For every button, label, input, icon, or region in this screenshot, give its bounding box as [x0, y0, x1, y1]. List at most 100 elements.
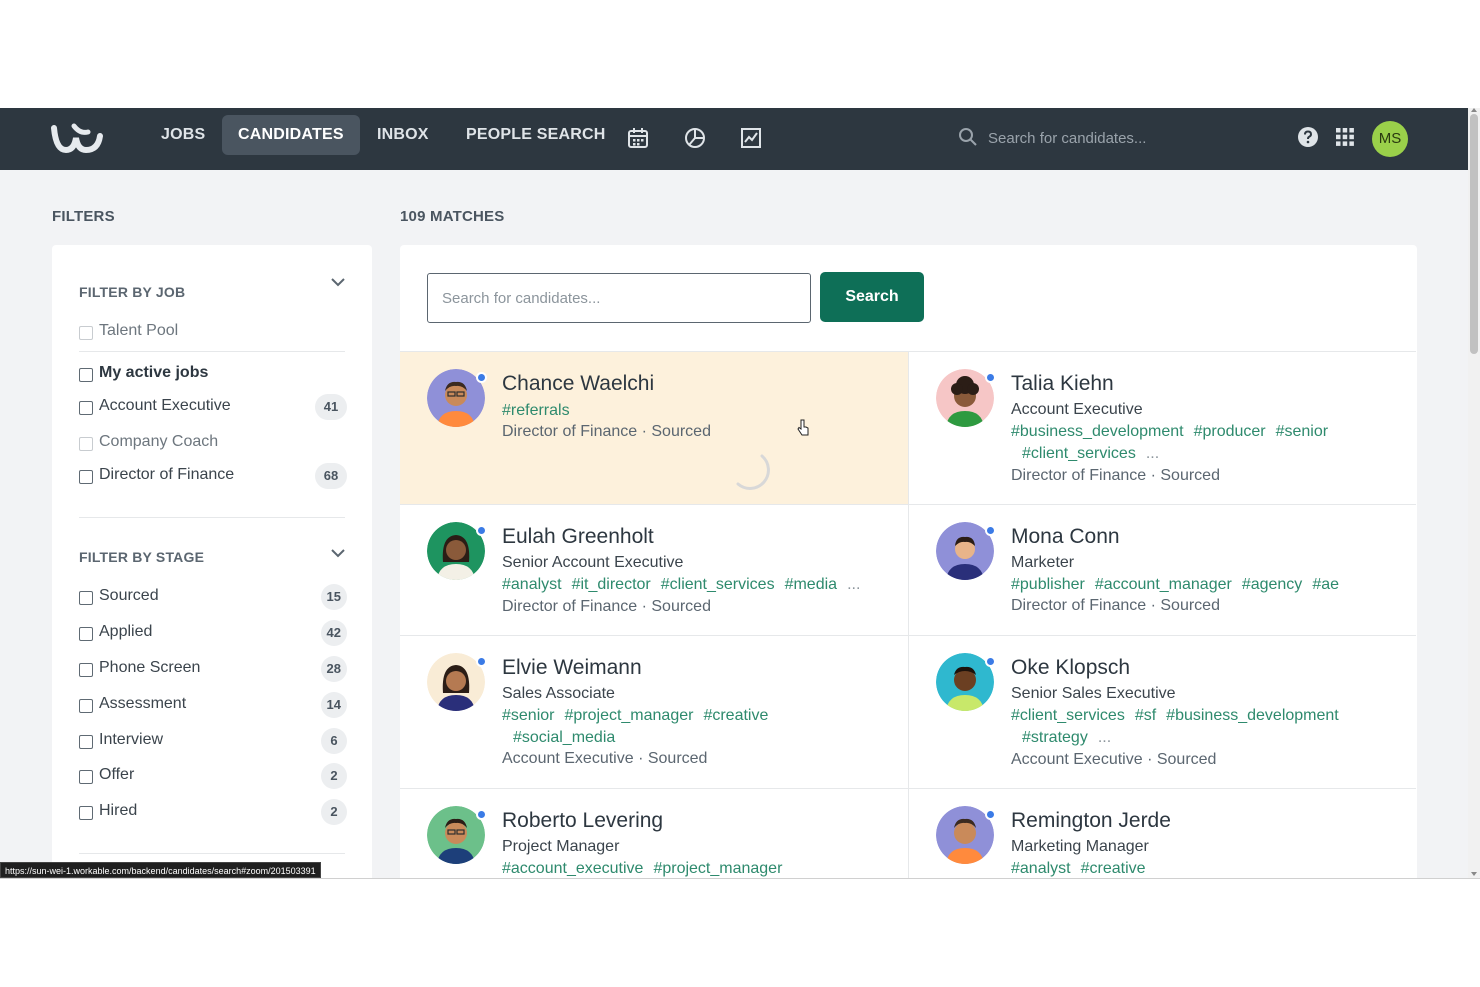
tag[interactable]: #creative [703, 707, 768, 724]
candidate-name[interactable]: Roberto Levering [502, 809, 663, 833]
nav-people-search[interactable]: PEOPLE SEARCH [450, 115, 622, 155]
chevron-down-icon[interactable] [331, 277, 345, 287]
page-scrollbar[interactable] [1468, 108, 1480, 878]
search-button[interactable]: Search [820, 272, 924, 322]
candidate-card[interactable]: Remington Jerde Marketing Manager #analy… [908, 788, 1416, 878]
tag[interactable]: #project_manager [653, 860, 782, 877]
candidate-card[interactable]: Oke Klopsch Senior Sales Executive #clie… [908, 635, 1416, 788]
tag[interactable]: #client_services [1011, 707, 1125, 724]
tag[interactable]: #business_development [1166, 707, 1339, 724]
candidate-name[interactable]: Talia Kiehn [1011, 372, 1114, 396]
search-placeholder: Search for candidates... [442, 290, 601, 307]
filter-job-director-of-finance[interactable]: Director of Finance 68 [79, 463, 347, 489]
tag[interactable]: #client_services [1022, 445, 1136, 462]
tag[interactable]: #account_executive [502, 860, 643, 877]
chevron-down-icon[interactable] [331, 548, 345, 558]
candidate-card[interactable]: Roberto Levering Project Manager #accoun… [400, 788, 908, 878]
candidate-name[interactable]: Mona Conn [1011, 525, 1120, 549]
filters-title: FILTERS [52, 208, 115, 225]
apps-grid-icon[interactable] [1335, 127, 1355, 147]
candidate-name[interactable]: Eulah Greenholt [502, 525, 654, 549]
tag[interactable]: #project_manager [564, 707, 693, 724]
checkbox[interactable] [79, 437, 93, 451]
tag[interactable]: #creative [1081, 860, 1146, 877]
filter-stage-assessment[interactable]: Assessment 14 [79, 692, 347, 718]
candidate-name[interactable]: Remington Jerde [1011, 809, 1171, 833]
tag[interactable]: #social_media [513, 729, 615, 746]
tag[interactable]: #business_development [1011, 423, 1184, 440]
checkbox[interactable] [79, 699, 93, 713]
tag[interactable]: #ae [1312, 576, 1339, 593]
nav-candidates[interactable]: CANDIDATES [222, 115, 360, 155]
tag[interactable]: #sf [1135, 707, 1156, 724]
candidate-name[interactable]: Chance Waelchi [502, 372, 654, 396]
checkbox[interactable] [79, 663, 93, 677]
tag[interactable]: #senior [502, 707, 554, 724]
candidate-stage: Account Executive · Sourced [502, 750, 708, 767]
checkbox[interactable] [79, 770, 93, 784]
checkbox[interactable] [79, 401, 93, 415]
tag[interactable]: #strategy [1022, 729, 1088, 746]
workable-logo-icon[interactable] [50, 120, 104, 158]
count-badge: 2 [321, 799, 347, 825]
filter-label: Director of Finance [99, 466, 235, 483]
tag[interactable]: #producer [1194, 423, 1266, 440]
tag[interactable]: #senior [1276, 423, 1328, 440]
checkbox[interactable] [79, 627, 93, 641]
filter-by-stage-heading[interactable]: FILTER BY STAGE [79, 549, 204, 565]
filter-label: Sourced [99, 587, 159, 604]
online-status-dot [985, 656, 996, 667]
candidate-card[interactable]: Mona Conn Marketer #publisher #account_ma… [908, 504, 1416, 635]
filter-stage-sourced[interactable]: Sourced 15 [79, 584, 347, 610]
checkbox[interactable] [79, 735, 93, 749]
calendar-icon[interactable] [626, 126, 650, 150]
checkbox[interactable] [79, 326, 93, 340]
filter-stage-phone-screen[interactable]: Phone Screen 28 [79, 656, 347, 682]
candidate-name[interactable]: Elvie Weimann [502, 656, 642, 680]
filter-job-company-coach[interactable]: Company Coach [79, 430, 345, 456]
user-avatar[interactable]: MS [1372, 121, 1408, 157]
tag[interactable]: #agency [1242, 576, 1303, 593]
pie-chart-icon[interactable] [683, 126, 707, 150]
candidate-tags: #analyst #it_director #client_services #med… [502, 574, 892, 596]
filter-job-my-active-jobs[interactable]: My active jobs [79, 361, 345, 387]
candidate-card[interactable]: Elvie Weimann Sales Associate #senior #pr… [400, 635, 908, 788]
filter-stage-interview[interactable]: Interview 6 [79, 728, 347, 754]
tag[interactable]: #it_director [572, 576, 651, 593]
candidate-card[interactable]: Eulah Greenholt Senior Account Executive… [400, 504, 908, 635]
checkbox[interactable] [79, 591, 93, 605]
more-tags-ellipsis[interactable]: ... [1146, 445, 1159, 462]
tag[interactable]: #publisher [1011, 576, 1085, 593]
tag[interactable]: #client_services [661, 576, 775, 593]
checkbox[interactable] [79, 368, 93, 382]
nav-jobs[interactable]: JOBS [145, 115, 221, 155]
line-chart-icon[interactable] [739, 126, 763, 150]
tag[interactable]: #account_manager [1095, 576, 1232, 593]
tag[interactable]: #analyst [502, 576, 562, 593]
candidate-role: Marketer [1011, 554, 1075, 571]
nav-inbox[interactable]: INBOX [361, 115, 445, 155]
candidate-card[interactable]: Chance Waelchi #referrals Director of Fi… [400, 351, 908, 504]
help-icon[interactable] [1297, 126, 1319, 148]
candidate-name[interactable]: Oke Klopsch [1011, 656, 1130, 680]
scroll-down-arrow-icon[interactable] [1471, 872, 1477, 876]
more-tags-ellipsis[interactable]: ... [1098, 729, 1111, 746]
checkbox[interactable] [79, 806, 93, 820]
filter-stage-applied[interactable]: Applied 42 [79, 620, 347, 646]
filter-job-talent-pool[interactable]: Talent Pool [79, 319, 345, 345]
filter-stage-offer[interactable]: Offer 2 [79, 763, 347, 789]
filter-job-account-executive[interactable]: Account Executive 41 [79, 394, 347, 420]
filter-stage-hired[interactable]: Hired 2 [79, 799, 347, 825]
more-tags-ellipsis[interactable]: ... [847, 576, 860, 593]
candidate-card[interactable]: Talia Kiehn Account Executive #business_… [908, 351, 1416, 504]
tag[interactable]: #media [785, 576, 837, 593]
candidate-search-input[interactable]: Search for candidates... [427, 273, 811, 323]
tag[interactable]: #referrals [502, 402, 570, 419]
filter-by-job-heading[interactable]: FILTER BY JOB [79, 284, 185, 300]
scroll-up-arrow-icon[interactable] [1471, 108, 1477, 112]
filter-label: Assessment [99, 695, 187, 712]
scrollbar-thumb[interactable] [1470, 114, 1478, 354]
global-search[interactable]: Search for candidates... [956, 124, 1256, 154]
tag[interactable]: #analyst [1011, 860, 1071, 877]
checkbox[interactable] [79, 470, 93, 484]
